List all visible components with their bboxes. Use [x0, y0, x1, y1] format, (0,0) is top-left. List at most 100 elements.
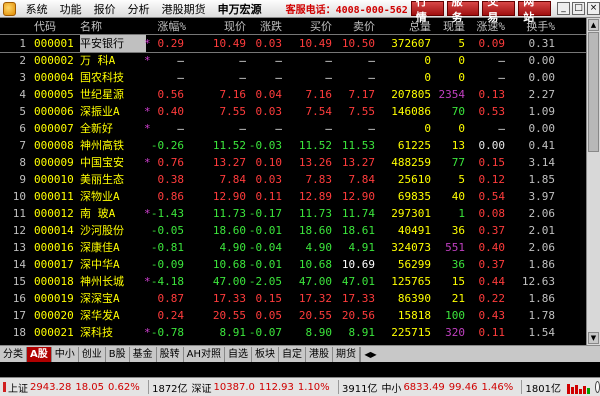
bid-price: 12.89 — [298, 190, 332, 203]
header-speed[interactable]: 涨速% — [465, 18, 505, 35]
price-change: -0.07 — [248, 326, 282, 339]
table-row[interactable]: 1 000001 平安银行 * 0.29 10.49 0.03 10.49 10.50 37260… — [0, 34, 600, 53]
service-button[interactable]: 服 务 — [446, 0, 480, 24]
trade-button[interactable]: 交 易 — [482, 0, 516, 24]
pct-change: 0.76 — [157, 156, 185, 169]
header-volume[interactable]: 总量 — [375, 18, 431, 35]
ask-price: 11.53 — [341, 139, 375, 152]
header-code[interactable]: 代码 — [34, 18, 84, 35]
tab-12[interactable]: 期货 — [333, 346, 360, 362]
tab-4[interactable]: B股 — [106, 346, 130, 362]
tab-9[interactable]: 板块 — [252, 346, 279, 362]
ask-price: 7.17 — [348, 88, 376, 101]
row-index: 17 — [12, 309, 26, 322]
header-ask[interactable]: 卖价 — [335, 18, 375, 35]
menu-quote[interactable]: 报价 — [88, 1, 122, 17]
quote-button[interactable]: 行 情 — [410, 0, 444, 24]
current-volume: 0 — [458, 71, 465, 84]
menu-broker[interactable]: 申万宏源 — [212, 1, 268, 17]
row-index: 14 — [12, 258, 26, 271]
table-row[interactable]: 6 000007 全新好 * — — — — —0 0—0.00 — [0, 120, 600, 137]
header-change[interactable]: 涨跌 — [246, 18, 282, 35]
menu-hk-futures[interactable]: 港股期货 — [156, 1, 212, 17]
table-row[interactable]: 10 000011 深物业A 0.86 12.90 0.11 12.89 12.90 69835… — [0, 188, 600, 205]
tab-7[interactable]: AH对照 — [184, 346, 225, 362]
header-bid[interactable]: 买价 — [290, 18, 332, 35]
table-row[interactable]: 4 000005 世纪星源 0.56 7.16 0.04 7.16 7.17 207805 235… — [0, 86, 600, 103]
table-row[interactable]: 8 000009 中国宝安 * 0.76 13.27 0.10 13.26 13.27 48825… — [0, 154, 600, 171]
menu-analysis[interactable]: 分析 — [122, 1, 156, 17]
menu-function[interactable]: 功能 — [54, 1, 88, 17]
header-name[interactable]: 名称 — [80, 18, 146, 35]
speed-pct: 0.12 — [478, 173, 506, 186]
sh-index-name[interactable]: 上证 — [8, 380, 28, 395]
current-price: 20.55 — [212, 309, 246, 322]
scroll-down-icon[interactable]: ▼ — [588, 332, 599, 344]
close-icon[interactable]: × — [587, 2, 600, 15]
table-row[interactable]: 18 000021 深科技 * -0.78 8.91 -0.07 8.90 8.91 225715… — [0, 324, 600, 341]
zx-amount: 1801亿 — [525, 383, 561, 395]
stock-code: 000001 — [34, 37, 74, 50]
header-pct[interactable]: 涨幅% — [146, 18, 186, 35]
pct-change: — — [177, 122, 184, 135]
status-bar: 上证 2943.28 18.05 0.62% 1872亿 深证 10387.0 … — [0, 377, 600, 396]
table-row[interactable]: 16 000019 深深宝A 0.87 17.33 0.15 17.32 17.33 86390… — [0, 290, 600, 307]
tab-6[interactable]: 股转 — [157, 346, 184, 362]
tab-1[interactable]: A股 — [27, 346, 52, 362]
current-volume: 0 — [458, 54, 465, 67]
minimize-icon[interactable]: _ — [557, 2, 571, 15]
tab-10[interactable]: 自定 — [279, 346, 306, 362]
tab-scroll-icon[interactable]: ◀▶ — [360, 346, 380, 362]
scroll-up-icon[interactable]: ▲ — [588, 19, 599, 31]
tab-5[interactable]: 基金 — [130, 346, 157, 362]
row-index: 9 — [19, 173, 26, 186]
stock-code: 000014 — [34, 224, 74, 237]
price-change: 0.15 — [255, 292, 283, 305]
bid-price: 10.68 — [298, 258, 332, 271]
current-price: — — [239, 71, 246, 84]
table-row[interactable]: 3 000004 国农科技 — — — — — 0 0 — 0.00 — [0, 69, 600, 86]
table-row[interactable]: 17 000020 深华发A 0.24 20.55 0.05 20.55 20.56 15818… — [0, 307, 600, 324]
row-index: 11 — [12, 207, 26, 220]
total-volume: 0 — [424, 54, 431, 67]
table-row[interactable]: 9 000010 美丽生态 0.38 7.84 0.03 7.83 7.84 25610 5 0.1… — [0, 171, 600, 188]
vertical-scrollbar[interactable]: ▲ ▼ — [586, 18, 600, 345]
table-row[interactable]: 7 000008 神州高铁 -0.26 11.52 -0.03 11.52 11.53 6122… — [0, 137, 600, 154]
menu-system[interactable]: 系统 — [20, 1, 54, 17]
header-price[interactable]: 现价 — [196, 18, 246, 35]
table-row[interactable]: 2 000002 万 科A * — — — — —0 0—0.00 — [0, 52, 600, 69]
turnover-pct: 0.00 — [528, 71, 556, 84]
tab-3[interactable]: 创业 — [79, 346, 106, 362]
zx-index-name[interactable]: 中小 — [381, 380, 401, 395]
speed-pct: 0.37 — [478, 224, 506, 237]
scroll-thumb[interactable] — [588, 32, 599, 152]
sz-index-name[interactable]: 深证 — [192, 380, 212, 395]
table-row[interactable]: 5 000006 深振业A * 0.40 7.55 0.03 7.54 7.55 146086 70… — [0, 103, 600, 120]
maximize-icon[interactable]: □ — [572, 2, 586, 15]
bid-price: 18.60 — [298, 224, 332, 237]
tab-11[interactable]: 港股 — [306, 346, 333, 362]
speed-pct: 0.54 — [478, 190, 506, 203]
table-row[interactable]: 13 000016 深康佳A -0.81 4.90 -0.04 4.90 4.91 324073… — [0, 239, 600, 256]
price-change: 0.03 — [255, 37, 283, 50]
stock-code: 000018 — [34, 275, 74, 288]
tab-2[interactable]: 中小 — [52, 346, 79, 362]
tab-8[interactable]: 自选 — [225, 346, 252, 362]
current-price: 7.55 — [219, 105, 247, 118]
tab-0[interactable]: 分类 — [0, 346, 27, 362]
stock-code: 000009 — [34, 156, 74, 169]
website-button[interactable]: 网 站 — [518, 0, 552, 24]
header-current-vol[interactable]: 现量 — [431, 18, 465, 35]
row-index: 5 — [19, 105, 26, 118]
table-row[interactable]: 12 000014 沙河股份 -0.05 18.60 -0.01 18.60 18.61 404… — [0, 222, 600, 239]
table-row[interactable]: 15 000018 神州长城 * -4.18 47.00 -2.05 47.00 47.01 12… — [0, 273, 600, 290]
price-change: — — [275, 54, 282, 67]
current-volume: 13 — [451, 139, 465, 152]
ask-price: 12.90 — [341, 190, 375, 203]
zx-index-change: 99.46 — [448, 381, 478, 393]
table-row[interactable]: 14 000017 深中华A -0.09 10.68 -0.01 10.68 10.69 562… — [0, 256, 600, 273]
stock-name: 深华发A — [80, 309, 120, 322]
table-row[interactable]: 11 000012 南 玻A * -1.43 11.73 -0.17 11.73 11.74 29… — [0, 205, 600, 222]
clock-icon[interactable] — [594, 381, 600, 393]
header-turnover[interactable]: 换手% — [505, 18, 555, 35]
